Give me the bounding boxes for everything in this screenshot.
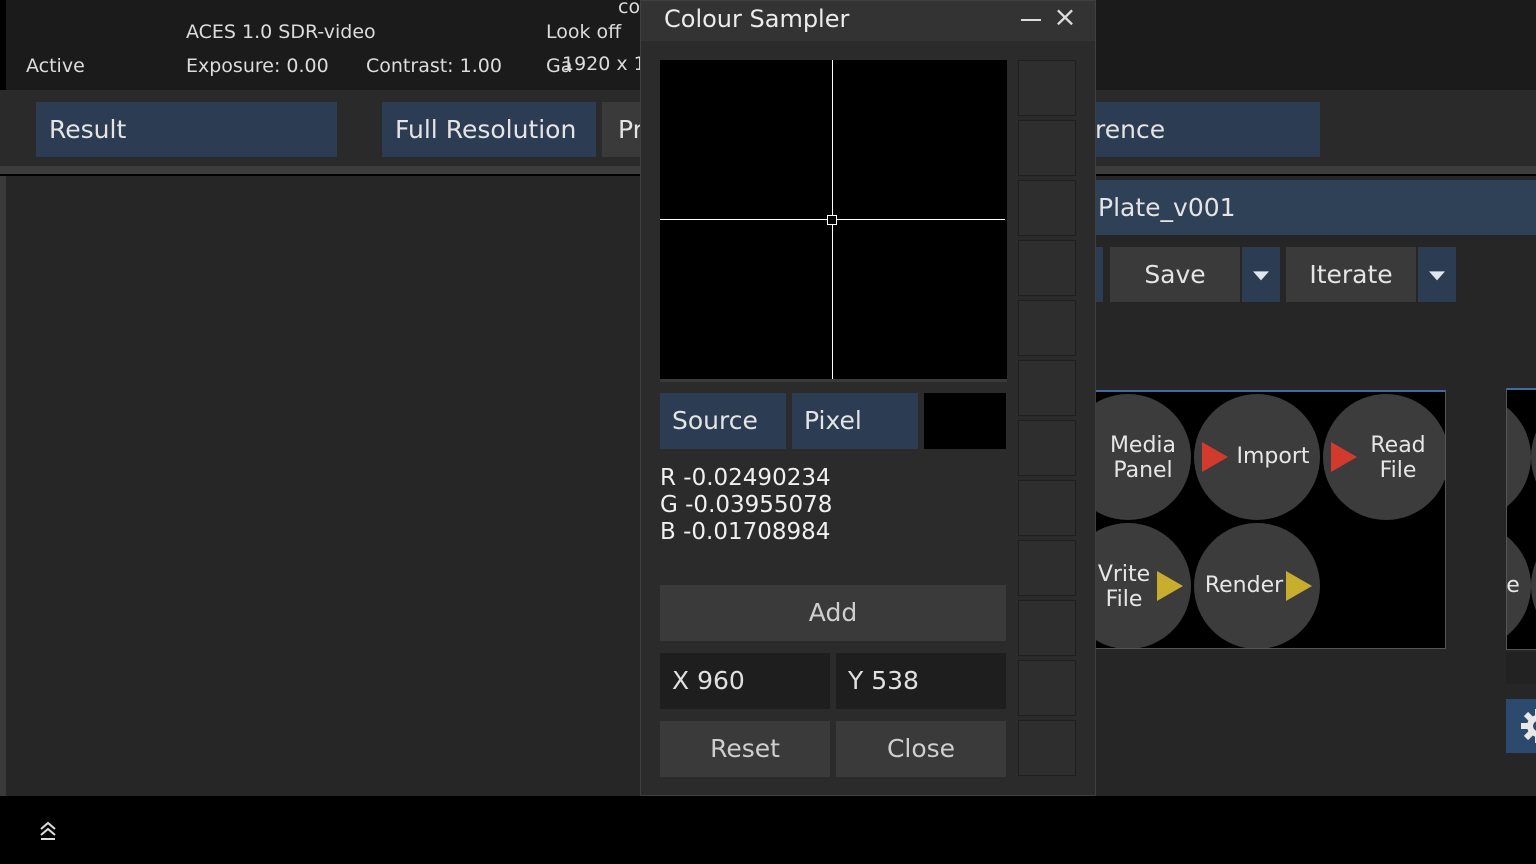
swatch-slot[interactable] [1018,300,1076,356]
full-resolution-button[interactable]: Full Resolution [382,102,596,157]
result-button[interactable]: Result [36,102,337,157]
bottom-bar [0,796,1536,864]
overflow-label: co [618,0,641,18]
expand-up-icon[interactable] [38,820,58,842]
contrast-label[interactable]: Contrast: 1.00 [366,55,502,77]
hidden-action-button[interactable] [1531,394,1536,520]
media-panel-label-1: Media [1109,433,1177,458]
status-label: Active [26,55,85,77]
swatch-slot[interactable] [1018,540,1076,596]
save-button[interactable]: Save [1110,247,1240,302]
swatch-slot[interactable] [1018,660,1076,716]
x-coordinate-field[interactable]: X 960 [660,653,830,709]
reference-button[interactable]: rence [1095,102,1320,157]
read-file-label-2: File [1379,458,1417,483]
swatch-slot[interactable] [1018,360,1076,416]
swatch-slot[interactable] [1018,720,1076,776]
chevron-down-icon [1253,270,1269,280]
media-panel-button[interactable]: Media Panel [1095,394,1191,520]
save-dropdown-button[interactable] [1242,247,1280,302]
gear-icon [1521,709,1536,743]
read-file-label-1: Read [1370,433,1426,458]
import-label: Import [1236,444,1310,469]
resolution-label: 1920 x 1 [562,53,646,75]
swatch-slot[interactable] [1018,480,1076,536]
red-value: R -0.02490234 [660,465,831,491]
render-button[interactable]: Render [1194,523,1320,648]
write-file-label-1: Vrite [1097,562,1151,587]
look-label[interactable]: Look off [546,21,621,43]
source-button[interactable]: Source [660,393,786,449]
play-arrow-icon [1157,571,1183,601]
settings-button[interactable] [1506,699,1536,753]
media-panel-label-2: Panel [1113,458,1173,483]
blue-value: B -0.01708984 [660,519,831,545]
minimize-icon[interactable] [1021,9,1043,31]
chevron-down-icon [1429,270,1445,280]
left-edge [0,0,6,90]
play-arrow-icon [1331,442,1357,472]
y-coordinate-field[interactable]: Y 538 [836,653,1006,709]
sampled-colour-swatch [924,393,1006,449]
crosshair-center [827,215,837,225]
quick-actions-panel: Media Panel Import Read File Vrite File … [1095,390,1446,649]
secondary-actions-panel: e [1506,388,1536,650]
green-value: G -0.03955078 [660,492,833,518]
hidden-action-button[interactable] [1531,523,1536,649]
proxy-button[interactable]: Pr [602,102,642,157]
reset-button[interactable]: Reset [660,721,830,777]
write-file-label-2: File [1105,587,1143,612]
dialog-title-bar[interactable]: Colour Sampler × [641,1,1095,41]
swatch-slot[interactable] [1018,600,1076,656]
play-arrow-icon [1286,571,1312,601]
add-button[interactable]: Add [660,585,1006,641]
iterate-button[interactable]: Iterate [1286,247,1416,302]
import-button[interactable]: Import [1194,394,1320,520]
hidden-action-button[interactable] [1507,394,1531,520]
exposure-label[interactable]: Exposure: 0.00 [186,55,329,77]
read-file-button[interactable]: Read File [1323,394,1445,520]
swatch-slot[interactable] [1018,240,1076,296]
colour-sampler-dialog: Colour Sampler × Source Pixel R -0.02490… [640,0,1096,796]
panel-strip [1506,652,1536,684]
view-transform-label[interactable]: ACES 1.0 SDR-video [186,21,376,43]
pixel-button[interactable]: Pixel [792,393,918,449]
swatch-slot[interactable] [1018,60,1076,116]
image-viewer[interactable] [0,176,640,796]
write-file-button[interactable]: Vrite File [1095,523,1191,648]
sample-preview[interactable] [660,60,1007,382]
close-icon[interactable]: × [1053,3,1077,31]
hidden-action-label: e [1506,573,1520,598]
play-arrow-icon [1202,442,1228,472]
close-button[interactable]: Close [836,721,1006,777]
shot-name-field[interactable]: Plate_v001 [1095,180,1536,235]
iterate-dropdown-button[interactable] [1418,247,1456,302]
swatch-slot[interactable] [1018,420,1076,476]
render-label: Render [1204,573,1284,598]
swatch-slot[interactable] [1018,120,1076,176]
hidden-dropdown-edge[interactable] [1095,247,1103,302]
swatch-slot[interactable] [1018,180,1076,236]
dialog-title: Colour Sampler [664,5,850,33]
hidden-action-button[interactable]: e [1506,523,1531,649]
